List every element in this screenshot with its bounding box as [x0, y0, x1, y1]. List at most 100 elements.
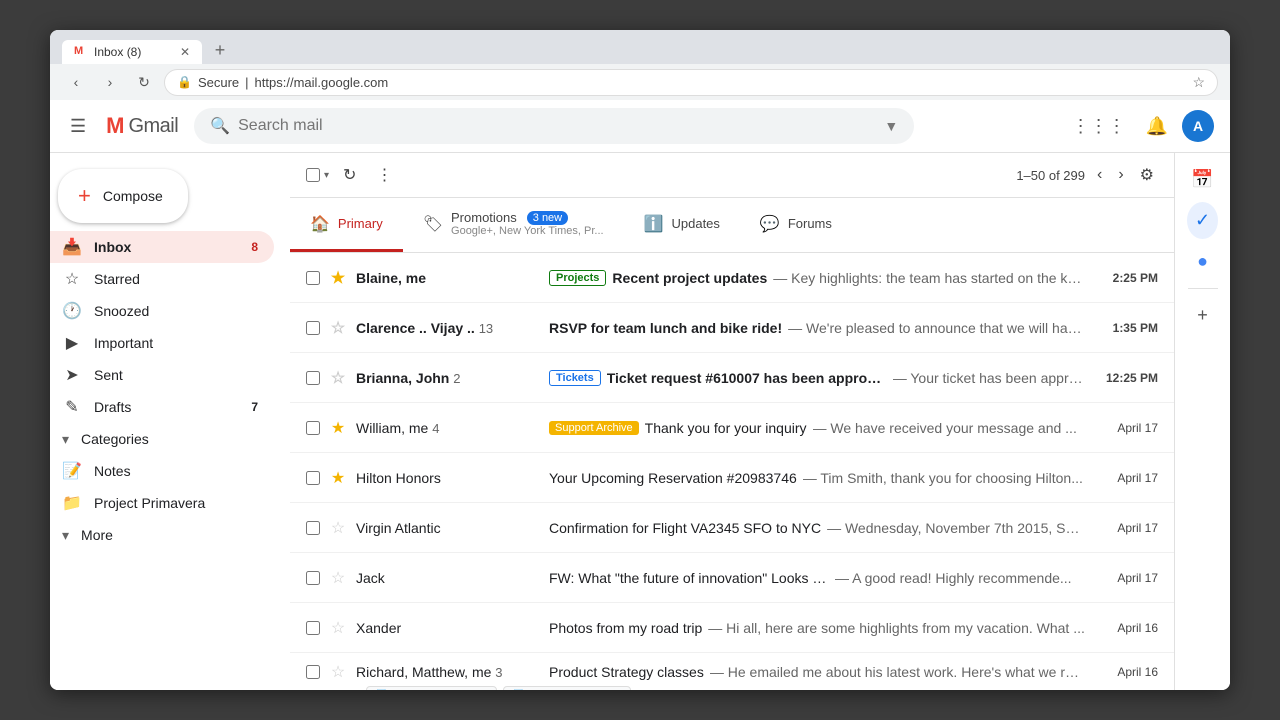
- email-checkbox[interactable]: [306, 271, 320, 285]
- hamburger-menu-button[interactable]: ☰: [66, 112, 90, 141]
- star-icon[interactable]: ★: [328, 468, 348, 488]
- tasks-icon-button[interactable]: ✓: [1187, 202, 1218, 239]
- sidebar-item-sent[interactable]: ➤ Sent: [50, 359, 274, 391]
- email-content: Your Upcoming Reservation #20983746 — Ti…: [549, 470, 1085, 486]
- apps-button[interactable]: ⋮⋮⋮: [1066, 110, 1132, 143]
- select-dropdown-button[interactable]: ▾: [324, 170, 329, 181]
- gmail-m-letter: M: [106, 113, 124, 139]
- tab-primary[interactable]: 🏠 Primary: [290, 198, 403, 252]
- select-all-checkbox[interactable]: [306, 168, 320, 182]
- email-preview: — A good read! Highly recommende...: [835, 570, 1072, 586]
- email-attachments: 📄Enterprise UX Sp... 📄(WIP) Enterprise...: [366, 686, 631, 691]
- tab-forums[interactable]: 💬 Forums: [740, 198, 852, 252]
- email-sender: Brianna, John 2: [356, 370, 541, 386]
- star-icon[interactable]: ☆: [328, 368, 348, 388]
- email-date: April 16: [1093, 621, 1158, 635]
- gmail-logo: M Gmail: [106, 113, 178, 139]
- email-row[interactable]: ☆ Clarence .. Vijay .. 13 RSVP for team …: [290, 303, 1174, 353]
- more-options-button[interactable]: ⋮: [370, 161, 398, 189]
- email-subject: FW: What "the future of innovation" Look…: [549, 570, 829, 586]
- inbox-badge: 8: [251, 240, 258, 254]
- settings-button[interactable]: ⚙: [1136, 161, 1158, 189]
- keep-icon-button[interactable]: ●: [1189, 243, 1216, 280]
- email-row[interactable]: ★ Blaine, me Projects Recent project upd…: [290, 253, 1174, 303]
- email-row[interactable]: ☆ Brianna, John 2 Tickets Ticket request…: [290, 353, 1174, 403]
- notes-icon: 📝: [62, 461, 82, 481]
- sidebar-item-starred[interactable]: ☆ Starred: [50, 263, 274, 295]
- url-text: |: [245, 75, 248, 90]
- active-tab[interactable]: M Inbox (8) ✕: [62, 40, 202, 64]
- user-avatar[interactable]: A: [1182, 110, 1214, 142]
- sidebar-item-label-more: More: [81, 527, 113, 543]
- tab-close-button[interactable]: ✕: [180, 45, 190, 59]
- email-preview: — We're pleased to announce that we will…: [788, 320, 1085, 336]
- email-checkbox[interactable]: [306, 665, 320, 679]
- email-content: Product Strategy classes — He emailed me…: [549, 664, 1085, 680]
- search-dropdown-button[interactable]: ▼: [884, 118, 898, 134]
- important-icon: ▶: [62, 333, 82, 353]
- email-row[interactable]: ★ William, me 4 Support Archive Thank yo…: [290, 403, 1174, 453]
- email-checkbox[interactable]: [306, 621, 320, 635]
- address-bar[interactable]: 🔒 Secure | https://mail.google.com ☆: [164, 69, 1218, 96]
- email-checkbox[interactable]: [306, 371, 320, 385]
- email-date: April 17: [1093, 571, 1158, 585]
- sidebar-item-label-drafts: Drafts: [94, 399, 131, 415]
- email-checkbox[interactable]: [306, 471, 320, 485]
- email-subject: RSVP for team lunch and bike ride!: [549, 320, 782, 336]
- email-checkbox[interactable]: [306, 571, 320, 585]
- email-preview: — We have received your message and ...: [813, 420, 1077, 436]
- bookmark-button[interactable]: ☆: [1192, 74, 1205, 91]
- attachment-chip[interactable]: 📄Enterprise UX Sp...: [366, 686, 497, 691]
- calendar-icon-button[interactable]: 📅: [1183, 161, 1221, 198]
- toolbar: ▾ ↻ ⋮ 1–50 of 299 ‹ › ⚙: [290, 153, 1174, 198]
- email-subject: Product Strategy classes: [549, 664, 704, 680]
- email-row[interactable]: ☆ Xander Photos from my road trip — Hi a…: [290, 603, 1174, 653]
- star-icon[interactable]: ☆: [328, 662, 348, 682]
- email-row[interactable]: ☆ Richard, Matthew, me 3 Product Strateg…: [290, 653, 1174, 690]
- tab-title: Inbox (8): [94, 45, 141, 59]
- add-plugin-button[interactable]: +: [1189, 297, 1216, 334]
- email-sender: William, me 4: [356, 420, 541, 436]
- email-subject: Confirmation for Flight VA2345 SFO to NY…: [549, 520, 821, 536]
- sidebar-more-header[interactable]: ▾ More: [50, 519, 290, 551]
- email-date: April 17: [1093, 421, 1158, 435]
- prev-page-button[interactable]: ‹: [1093, 162, 1106, 188]
- search-input[interactable]: [238, 117, 876, 135]
- sidebar-item-notes[interactable]: 📝 Notes: [50, 455, 274, 487]
- email-checkbox[interactable]: [306, 421, 320, 435]
- star-icon[interactable]: ★: [328, 418, 348, 438]
- email-checkbox[interactable]: [306, 321, 320, 335]
- email-row[interactable]: ☆ Jack FW: What "the future of innovatio…: [290, 553, 1174, 603]
- email-checkbox[interactable]: [306, 521, 320, 535]
- sidebar-item-drafts[interactable]: ✎ Drafts 7: [50, 391, 274, 423]
- back-button[interactable]: ‹: [62, 68, 90, 96]
- refresh-button[interactable]: ↻: [130, 68, 158, 96]
- email-subject: Photos from my road trip: [549, 620, 702, 636]
- star-icon[interactable]: ☆: [328, 568, 348, 588]
- categories-icon: ▾: [62, 431, 69, 448]
- email-row[interactable]: ☆ Virgin Atlantic Confirmation for Fligh…: [290, 503, 1174, 553]
- notifications-button[interactable]: 🔔: [1140, 110, 1174, 143]
- sidebar-item-snoozed[interactable]: 🕐 Snoozed: [50, 295, 274, 327]
- star-icon[interactable]: ★: [328, 268, 348, 288]
- star-icon[interactable]: ☆: [328, 518, 348, 538]
- sidebar-categories-header[interactable]: ▾ Categories: [50, 423, 290, 455]
- refresh-emails-button[interactable]: ↻: [337, 161, 362, 189]
- new-tab-button[interactable]: +: [206, 36, 234, 64]
- star-icon[interactable]: ☆: [328, 318, 348, 338]
- compose-button[interactable]: + Compose: [58, 169, 188, 223]
- attachment-chip[interactable]: 📄(WIP) Enterprise...: [503, 686, 630, 691]
- sidebar-item-project-primavera[interactable]: 📁 Project Primavera: [50, 487, 274, 519]
- tab-updates[interactable]: ℹ️ Updates: [624, 198, 740, 252]
- sidebar-item-important[interactable]: ▶ Important: [50, 327, 274, 359]
- sidebar-item-label-snoozed: Snoozed: [94, 303, 149, 319]
- sidebar-item-inbox[interactable]: 📥 Inbox 8: [50, 231, 274, 263]
- forward-button[interactable]: ›: [96, 68, 124, 96]
- email-subject: Recent project updates: [612, 270, 767, 286]
- email-sender: Hilton Honors: [356, 470, 541, 486]
- email-row[interactable]: ★ Hilton Honors Your Upcoming Reservatio…: [290, 453, 1174, 503]
- star-icon[interactable]: ☆: [328, 618, 348, 638]
- search-bar[interactable]: 🔍 ▼: [194, 108, 914, 144]
- tab-promotions[interactable]: 🏷 Promotions 3 new Google+, New York Tim…: [403, 198, 624, 252]
- next-page-button[interactable]: ›: [1114, 162, 1127, 188]
